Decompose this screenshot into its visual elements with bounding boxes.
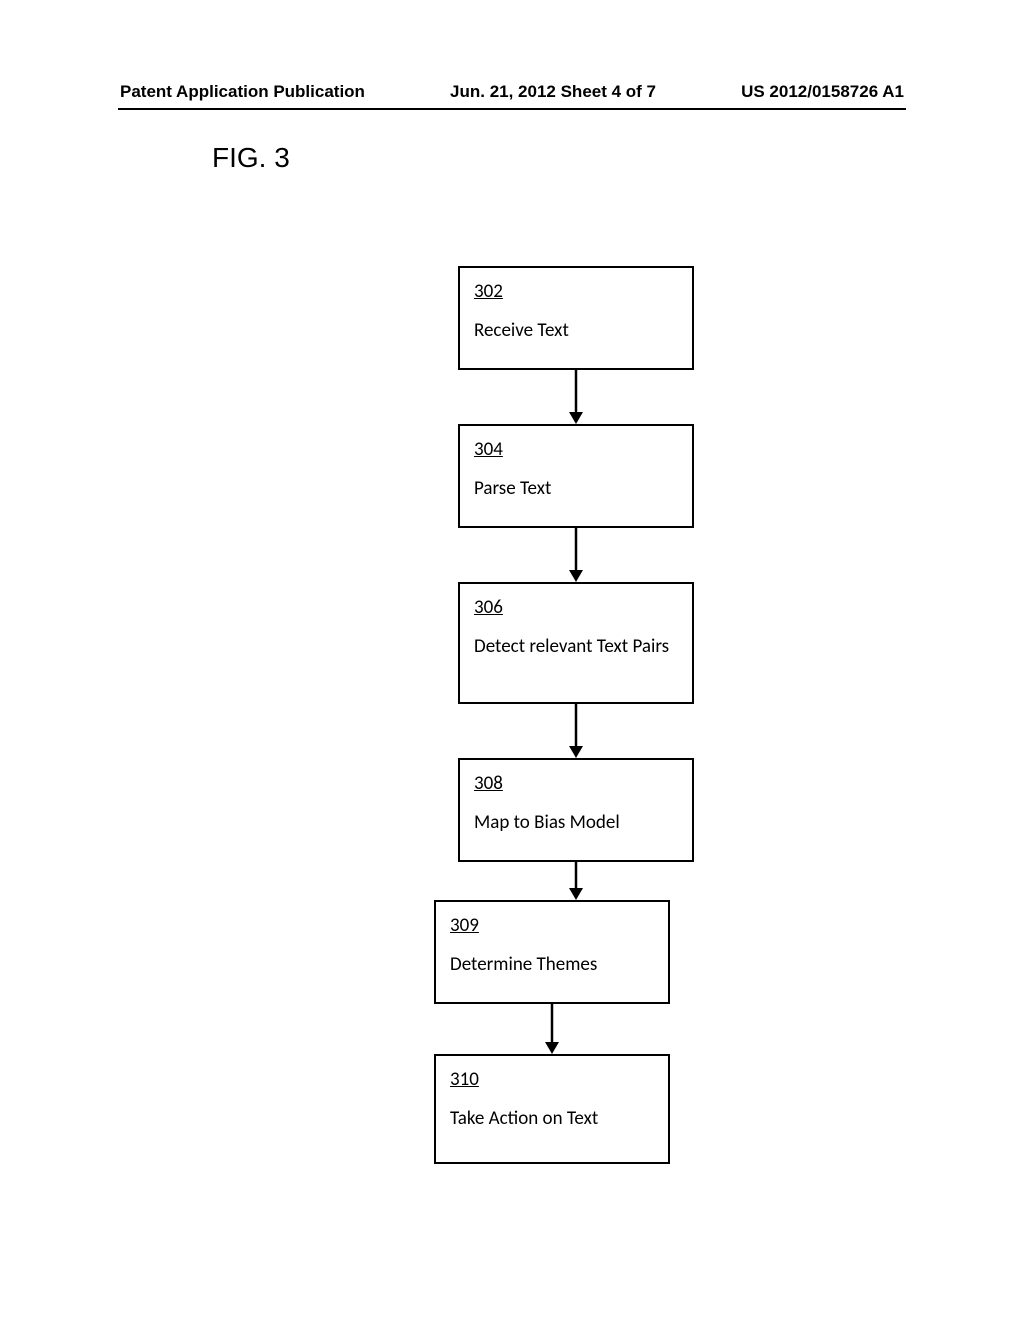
arrow-down-icon xyxy=(566,704,586,758)
step-label: Map to Bias Model xyxy=(474,811,620,834)
header-right: US 2012/0158726 A1 xyxy=(741,82,904,102)
figure-label: FIG. 3 xyxy=(212,142,290,174)
arrow-down-icon xyxy=(566,528,586,582)
header-center: Jun. 21, 2012 Sheet 4 of 7 xyxy=(450,82,656,102)
step-ref: 310 xyxy=(450,1068,654,1091)
header-rule xyxy=(118,108,906,110)
step-310: 310 Take Action on Text xyxy=(434,1054,670,1164)
step-304: 304 Parse Text xyxy=(458,424,694,528)
step-308: 308 Map to Bias Model xyxy=(458,758,694,862)
flowchart: 302 Receive Text 304 Parse Text 306 Dete… xyxy=(458,266,694,1164)
step-302: 302 Receive Text xyxy=(458,266,694,370)
step-306: 306 Detect relevant Text Pairs xyxy=(458,582,694,704)
step-label: Receive Text xyxy=(474,319,569,342)
arrow-down-icon xyxy=(566,862,586,900)
arrow xyxy=(458,862,694,900)
step-ref: 308 xyxy=(474,772,678,795)
header-left: Patent Application Publication xyxy=(120,82,365,102)
step-ref: 306 xyxy=(474,596,678,619)
step-ref: 304 xyxy=(474,438,678,461)
step-label: Parse Text xyxy=(474,477,551,500)
arrow xyxy=(458,528,694,582)
step-label: Determine Themes xyxy=(450,953,597,976)
step-ref: 302 xyxy=(474,280,678,303)
page-header: Patent Application Publication Jun. 21, … xyxy=(0,82,1024,102)
arrow xyxy=(458,370,694,424)
arrow-down-icon xyxy=(566,370,586,424)
step-ref: 309 xyxy=(450,914,654,937)
step-label: Take Action on Text xyxy=(450,1107,598,1130)
arrow xyxy=(434,1004,670,1054)
step-309: 309 Determine Themes xyxy=(434,900,670,1004)
step-label: Detect relevant Text Pairs xyxy=(474,635,669,658)
arrow-down-icon xyxy=(542,1004,562,1054)
arrow xyxy=(458,704,694,758)
